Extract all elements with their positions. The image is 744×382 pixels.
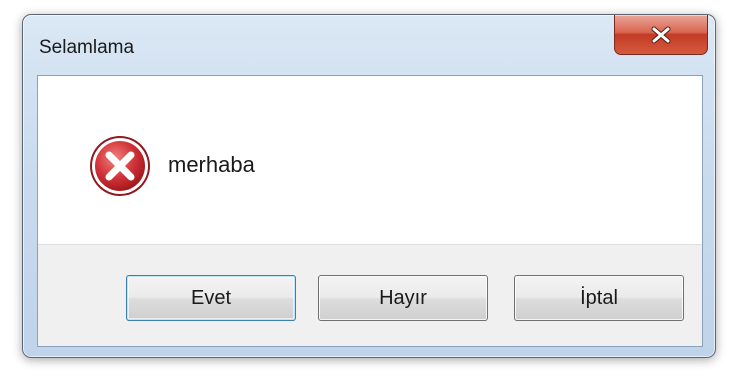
no-button[interactable]: Hayır: [318, 275, 488, 321]
title-bar[interactable]: Selamlama: [23, 15, 715, 77]
button-bar: Evet Hayır İptal: [38, 244, 702, 346]
close-icon: [650, 26, 672, 44]
window-title: Selamlama: [39, 37, 135, 58]
message-text: merhaba: [168, 152, 255, 177]
close-button[interactable]: [614, 15, 708, 55]
yes-button[interactable]: Evet: [126, 275, 296, 321]
error-icon: [88, 134, 152, 198]
dialog-client-area: merhaba Evet Hayır İptal: [37, 75, 703, 347]
cancel-button[interactable]: İptal: [514, 275, 684, 321]
message-box-window: Selamlama merhaba Evet Hayır İptal: [22, 14, 716, 358]
message-area: merhaba: [38, 76, 702, 244]
